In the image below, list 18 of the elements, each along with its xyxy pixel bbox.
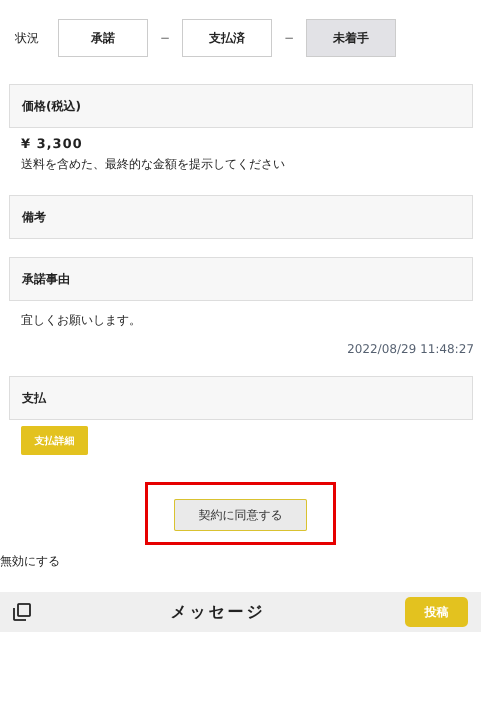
section-header: 承諾事由: [9, 257, 473, 301]
copy-icon[interactable]: [13, 603, 31, 621]
step-separator: −: [284, 31, 294, 45]
section-header: 支払: [9, 376, 473, 420]
timestamp: 2022/08/29 11:48:27: [347, 342, 474, 356]
invalidate-link[interactable]: 無効にする: [0, 553, 60, 570]
message-title: メッセージ: [170, 602, 266, 622]
status-step: 承諾: [58, 19, 148, 57]
price-amount: ¥ 3,300: [21, 137, 84, 152]
price-note: 送料を含めた、最終的な金額を提示してください: [21, 156, 286, 173]
status-label: 状況: [15, 30, 39, 46]
section-header: 価格(税込): [9, 84, 473, 128]
reason-text: 宜しくお願いします。: [21, 312, 142, 329]
status-step: 支払済: [182, 19, 272, 57]
section-header: 備考: [9, 195, 473, 239]
agree-button[interactable]: 契約に同意する: [174, 499, 307, 531]
step-separator: −: [160, 31, 170, 45]
status-step: 未着手: [306, 19, 396, 57]
